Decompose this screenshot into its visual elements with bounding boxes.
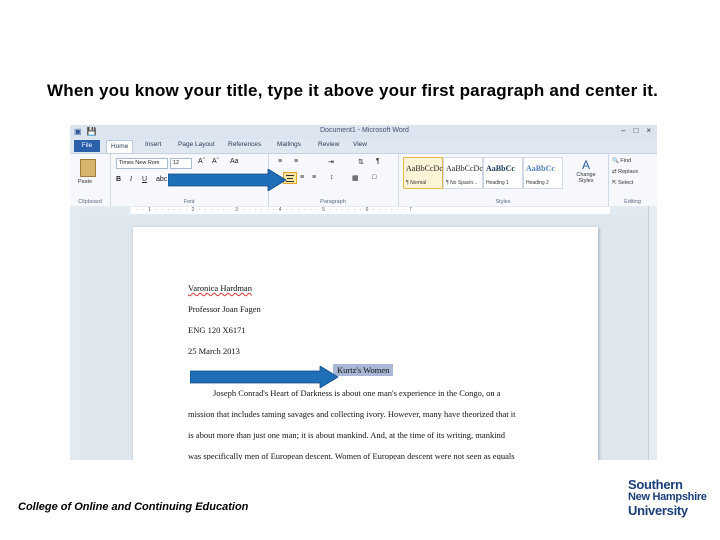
style-normal[interactable]: AaBbCcDc ¶ Normal	[403, 157, 443, 189]
tab-mailings[interactable]: Mailings	[277, 141, 301, 148]
doc-author-line: Varonica Hardman	[188, 283, 252, 293]
style-no-spacing[interactable]: AaBbCcDc ¶ No Spacin...	[443, 157, 483, 189]
change-styles-icon: A	[581, 158, 590, 172]
tab-home[interactable]: Home	[106, 140, 134, 153]
sort-icon[interactable]: ⇅	[358, 158, 364, 166]
find-button[interactable]: 🔍 Find	[612, 158, 631, 164]
italic-button[interactable]: I	[130, 176, 132, 183]
ribbon-tabs: File Home Insert Page Layout References …	[70, 139, 657, 153]
styles-group: AaBbCcDc ¶ Normal AaBbCcDc ¶ No Spacin..…	[398, 154, 609, 206]
arrow-to-title	[190, 366, 339, 388]
tab-file[interactable]: File	[74, 140, 100, 152]
window-controls: – □ ×	[621, 126, 651, 135]
horizontal-ruler: · · · 1 · · · · · · 2 · · · · · · 3 · · …	[70, 206, 657, 215]
doc-body-line: mission that includes taming savages and…	[188, 409, 516, 419]
doc-course-line: ENG 120 X6171	[188, 325, 246, 335]
replace-button[interactable]: ⇄ Replace	[612, 169, 638, 175]
doc-date-line: 25 March 2013	[188, 346, 240, 356]
tab-page-layout[interactable]: Page Layout	[178, 141, 215, 148]
slide-title: When you know your title, type it above …	[47, 81, 659, 100]
doc-body-line: Joseph Conrad's Heart of Darkness is abo…	[213, 388, 501, 398]
doc-title-selected: Kurtz's Women	[333, 364, 394, 376]
tab-insert[interactable]: Insert	[145, 141, 161, 148]
arrow-to-center-button	[168, 169, 287, 191]
bold-button[interactable]: B	[116, 176, 121, 183]
doc-body-line: is about more than just one man; it is a…	[188, 430, 506, 440]
save-icon[interactable]: 💾	[87, 127, 97, 136]
tab-review[interactable]: Review	[318, 141, 339, 148]
font-size-select[interactable]: 12	[170, 158, 192, 169]
word-screenshot: ▣ 💾 Document1 - Microsoft Word – □ × Fil…	[70, 125, 657, 460]
doc-body-line: was specifically men of European descent…	[188, 451, 515, 460]
style-heading-1[interactable]: AaBbCc Heading 1	[483, 157, 523, 189]
align-right-icon[interactable]: ≡	[300, 174, 304, 181]
shading-icon[interactable]: ▦	[352, 174, 359, 182]
clipboard-icon	[80, 159, 96, 177]
ribbon: Paste Clipboard Times New Rom 12 Aˆ Aˇ A…	[70, 153, 657, 207]
indent-icon[interactable]: ⇥	[328, 158, 334, 166]
shrink-font-icon[interactable]: Aˇ	[212, 158, 219, 165]
tab-view[interactable]: View	[353, 141, 367, 148]
change-case-icon[interactable]: Aa	[230, 158, 239, 165]
line-spacing-icon[interactable]: ↕	[330, 174, 334, 181]
quick-access-toolbar: ▣ 💾	[74, 127, 97, 136]
borders-icon[interactable]: □	[372, 174, 376, 181]
style-heading-2[interactable]: AaBbCc Heading 2	[523, 157, 563, 189]
clipboard-group: Paste Clipboard	[70, 154, 111, 206]
maximize-icon[interactable]: □	[633, 126, 638, 135]
select-button[interactable]: ⇱ Select	[612, 180, 633, 186]
tab-references[interactable]: References	[228, 141, 261, 148]
document-page[interactable]: Varonica Hardman Professor Joan Fagen EN…	[133, 227, 598, 460]
vertical-ruler	[70, 215, 80, 460]
university-logo: Southern New Hampshire University	[628, 477, 707, 518]
paste-button[interactable]: Paste	[76, 157, 100, 191]
justify-icon[interactable]: ≡	[312, 174, 316, 181]
window-title: Document1 - Microsoft Word	[320, 127, 409, 134]
underline-button[interactable]: U	[142, 176, 147, 183]
strikethrough-icon[interactable]: abc	[156, 176, 167, 183]
slide-footer: College of Online and Continuing Educati…	[18, 501, 249, 513]
bullets-icon[interactable]: ≡	[278, 158, 282, 165]
show-marks-icon[interactable]: ¶	[376, 158, 380, 165]
editing-group: 🔍 Find ⇄ Replace ⇱ Select Editing	[612, 158, 641, 205]
numbering-icon[interactable]: ≡	[294, 158, 298, 165]
word-icon: ▣	[74, 127, 82, 136]
vertical-scrollbar[interactable]	[648, 206, 657, 460]
minimize-icon[interactable]: –	[621, 126, 625, 135]
title-bar: ▣ 💾 Document1 - Microsoft Word – □ ×	[70, 125, 657, 139]
close-icon[interactable]: ×	[646, 126, 651, 135]
doc-professor-line: Professor Joan Fagen	[188, 304, 261, 314]
change-styles-button[interactable]: A Change Styles	[570, 158, 602, 184]
grow-font-icon[interactable]: Aˆ	[198, 158, 205, 165]
font-name-select[interactable]: Times New Rom	[116, 158, 168, 169]
